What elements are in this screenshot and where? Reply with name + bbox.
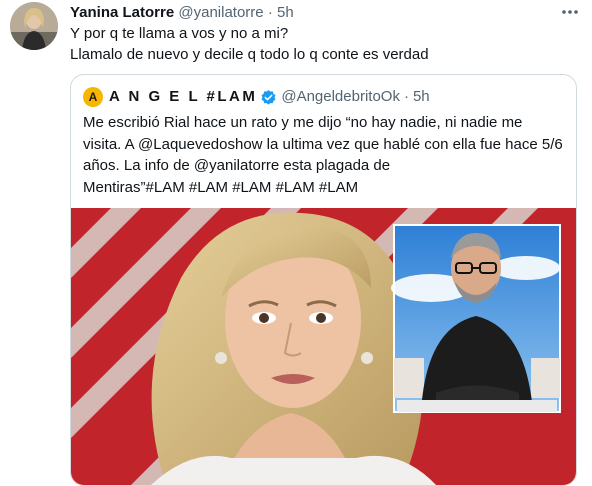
tweet-time[interactable]: 5h [277,4,294,21]
more-button[interactable] [559,2,581,22]
more-horizontal-icon [562,10,578,14]
verified-badge-icon [261,89,276,105]
author-name[interactable]: Yanina Latorre [70,4,174,21]
quote-time[interactable]: 5h [413,87,430,107]
quoted-tweet[interactable]: A A N G E L #LAM @AngeldebritoOk · 5h Me… [70,74,577,486]
tweet-text-line: Y por q te llama a vos y no a mi? [70,25,289,42]
tweet-text-line: Llamalo de nuevo y decile q todo lo q co… [70,46,429,63]
quote-text-line: Me escribió Rial hace un rato y me dijo … [83,114,523,131]
quote-text-line: visita. A @Laquevedoshow la ultima vez q… [83,135,563,153]
tweet-header: Yanina Latorre @yanilatorre · 5h [70,3,294,23]
quote-author-name[interactable]: A N G E L #LAM [109,87,257,107]
separator-dot: · [403,88,409,105]
tweet-text: Y por q te llama a vos y no a mi? Llamal… [70,23,575,65]
quote-text: Me escribió Rial hace un rato y me dijo … [83,112,563,198]
quote-author-avatar[interactable]: A [83,87,103,107]
quote-header: A A N G E L #LAM @AngeldebritoOk · 5h [83,87,430,107]
quote-author-handle[interactable]: @AngeldebritoOk [281,87,400,107]
separator-dot: · [267,4,273,21]
quote-media-image[interactable] [71,208,576,485]
author-avatar[interactable] [10,2,58,50]
quote-text-line: Mentiras”#LAM #LAM #LAM #LAM #LAM [83,178,359,196]
tweet[interactable]: Yanina Latorre @yanilatorre · 5h Y por q… [0,0,592,486]
quote-text-line: años. La info de @yanilatorre esta plaga… [83,157,391,174]
author-handle[interactable]: @yanilatorre [178,4,263,21]
